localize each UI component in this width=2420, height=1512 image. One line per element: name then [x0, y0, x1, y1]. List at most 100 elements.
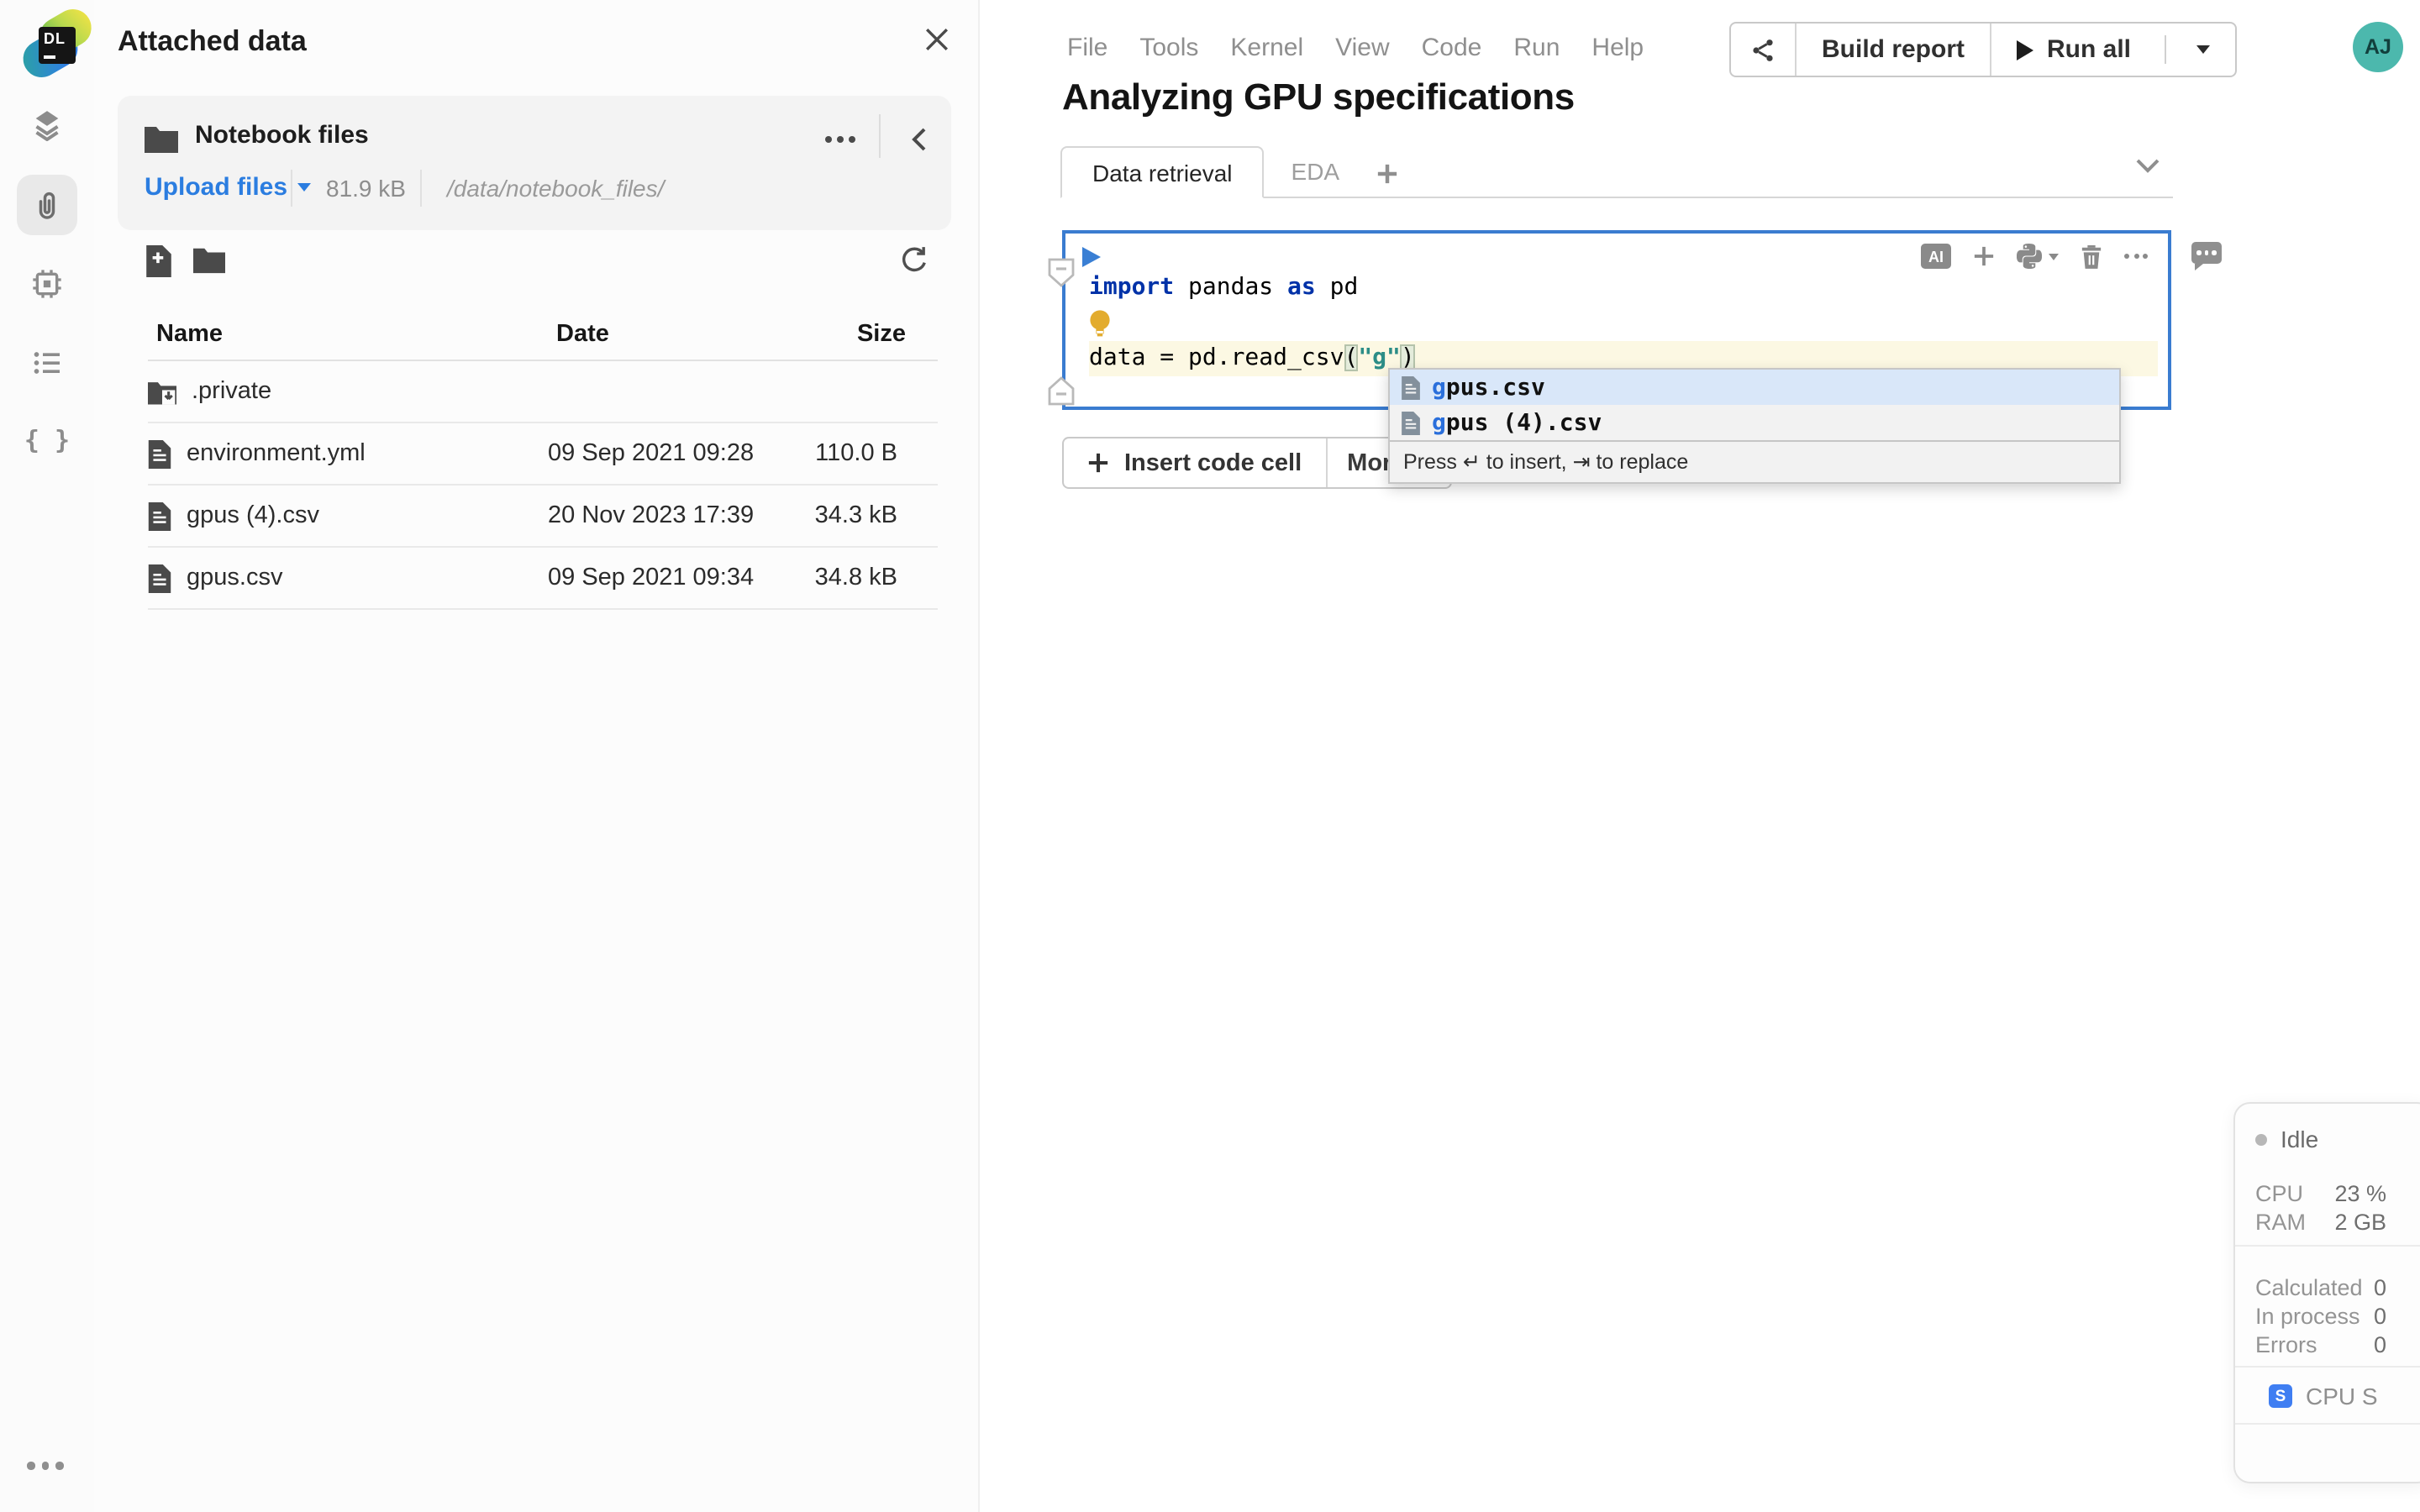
column-header-name[interactable]: Name: [148, 320, 556, 347]
lightbulb-icon[interactable]: [1089, 308, 1111, 339]
divider: [2235, 1366, 2420, 1368]
sidebar-item-variables[interactable]: { }: [17, 410, 77, 470]
autocomplete-item-selected[interactable]: gpus.csv: [1390, 370, 2119, 405]
card-more-button[interactable]: [820, 119, 860, 160]
code-editor[interactable]: import pandas as pd data = pd.read_csv("…: [1089, 270, 2158, 376]
file-name: gpus.csv: [187, 564, 282, 591]
sidebar-item-layers[interactable]: [17, 94, 77, 155]
file-icon: [1402, 375, 1420, 399]
menu-file[interactable]: File: [1067, 34, 1107, 62]
file-date: 20 Nov 2023 17:39: [548, 502, 800, 529]
new-folder-button[interactable]: [193, 245, 225, 274]
private-folder-icon: [148, 379, 176, 404]
table-header-row: Name Date Size: [148, 307, 938, 361]
notebook-title[interactable]: Analyzing GPU specifications: [1062, 76, 1575, 119]
column-header-size[interactable]: Size: [808, 320, 906, 347]
status-dot-icon: [2255, 1133, 2267, 1145]
plus-icon: [1087, 452, 1109, 474]
sheet-tab-bar: Data retrieval EDA: [1060, 144, 2173, 198]
share-icon: [1749, 36, 1776, 63]
datalore-logo[interactable]: DL: [22, 10, 96, 84]
divider: [291, 170, 292, 207]
upload-files-button[interactable]: Upload files: [145, 173, 311, 202]
menu-view[interactable]: View: [1335, 34, 1390, 62]
refresh-icon[interactable]: [899, 245, 929, 276]
list-icon: [30, 346, 64, 380]
machine-selector[interactable]: S CPU S: [2269, 1383, 2378, 1410]
collapse-chevron-icon[interactable]: [897, 119, 938, 160]
logo-dl-mark: DL: [39, 27, 76, 64]
layers-icon: [30, 108, 64, 141]
divider: [420, 170, 422, 207]
run-cell-button[interactable]: [1082, 247, 1101, 267]
file-name: .private: [192, 378, 271, 405]
sidebar-item-attached-data[interactable]: [17, 175, 77, 235]
user-avatar[interactable]: AJ: [2353, 22, 2403, 72]
python-icon: [2017, 244, 2042, 269]
cell-drag-handle-bottom[interactable]: [1047, 375, 1076, 407]
files-table: Name Date Size .private: [148, 307, 938, 610]
file-size: 34.8 kB: [800, 564, 897, 591]
sidebar-item-environment[interactable]: [17, 254, 77, 314]
cell-more-button[interactable]: [2124, 254, 2148, 259]
menu-tools[interactable]: Tools: [1139, 34, 1198, 62]
add-cell-button[interactable]: [1973, 245, 1995, 267]
folder-icon: [145, 124, 178, 153]
add-sheet-button[interactable]: [1376, 163, 1398, 185]
tab-eda[interactable]: EDA: [1265, 144, 1367, 197]
total-size: 81.9 kB: [326, 175, 406, 202]
cell-language-button[interactable]: [2017, 244, 2059, 269]
panel-title: Attached data: [118, 25, 307, 59]
autocomplete-item[interactable]: gpus (4).csv: [1390, 405, 2119, 440]
close-panel-button[interactable]: [918, 20, 955, 57]
file-date: 09 Sep 2021 09:28: [548, 440, 800, 467]
delete-cell-button[interactable]: [2081, 244, 2102, 269]
run-all-button[interactable]: Run all: [1991, 24, 2235, 76]
menu-run[interactable]: Run: [1513, 34, 1560, 62]
sidebar-overflow-button[interactable]: [27, 1462, 63, 1469]
collapse-sheet-chevron-icon[interactable]: [2136, 158, 2160, 173]
table-row[interactable]: gpus.csv 09 Sep 2021 09:34 34.8 kB: [148, 548, 938, 610]
card-title: Notebook files: [195, 121, 369, 150]
mount-path: /data/notebook_files/: [447, 175, 664, 202]
insert-code-cell-button[interactable]: Insert code cell: [1064, 438, 1325, 487]
divider: [2165, 35, 2166, 64]
column-header-date[interactable]: Date: [556, 320, 808, 347]
divider: [879, 114, 881, 158]
build-report-button[interactable]: Build report: [1797, 24, 1991, 76]
autocomplete-popup: gpus.csv gpus (4).csv Press ↵ to insert,…: [1388, 368, 2121, 484]
in-process-row: In process0: [2255, 1302, 2386, 1331]
menu-code[interactable]: Code: [1422, 34, 1482, 62]
errors-row: Errors0: [2255, 1331, 2386, 1359]
run-options-caret-icon[interactable]: [2196, 45, 2210, 54]
code-line-1: import pandas as pd: [1089, 270, 2158, 306]
caret-down-icon: [297, 183, 311, 192]
cpu-usage-row: CPU23 %: [2255, 1179, 2386, 1208]
datalore-notebook-app: DL { } Attached dat: [0, 0, 2420, 1512]
table-row[interactable]: .private: [148, 361, 938, 423]
comment-icon[interactable]: [2191, 242, 2222, 264]
divider: [2235, 1423, 2420, 1425]
table-row[interactable]: environment.yml 09 Sep 2021 09:28 110.0 …: [148, 423, 938, 486]
table-row[interactable]: gpus (4).csv 20 Nov 2023 17:39 34.3 kB: [148, 486, 938, 548]
sidebar-item-outline[interactable]: [17, 333, 77, 393]
play-icon: [2017, 39, 2033, 60]
file-size: 110.0 B: [800, 440, 897, 467]
attached-data-panel: Attached data Notebook files Upload file…: [94, 0, 980, 1512]
divider: [2235, 1245, 2420, 1247]
menu-kernel[interactable]: Kernel: [1230, 34, 1303, 62]
activity-bar: DL { }: [0, 0, 94, 1512]
machine-size-badge: S: [2269, 1384, 2292, 1408]
file-icon: [148, 439, 171, 468]
ram-usage-row: RAM2 GB: [2255, 1208, 2386, 1236]
share-button[interactable]: [1731, 24, 1797, 76]
tab-data-retrieval[interactable]: Data retrieval: [1060, 146, 1265, 198]
cell-drag-handle-top[interactable]: [1047, 257, 1076, 289]
file-date: 09 Sep 2021 09:34: [548, 564, 800, 591]
autocomplete-hint: Press ↵ to insert, ⇥ to replace: [1390, 440, 2119, 482]
calculated-row: Calculated0: [2255, 1273, 2386, 1302]
menu-help[interactable]: Help: [1591, 34, 1644, 62]
braces-icon: { }: [24, 425, 70, 455]
new-file-button[interactable]: [145, 245, 173, 277]
ai-assistant-button[interactable]: AI: [1921, 244, 1951, 269]
